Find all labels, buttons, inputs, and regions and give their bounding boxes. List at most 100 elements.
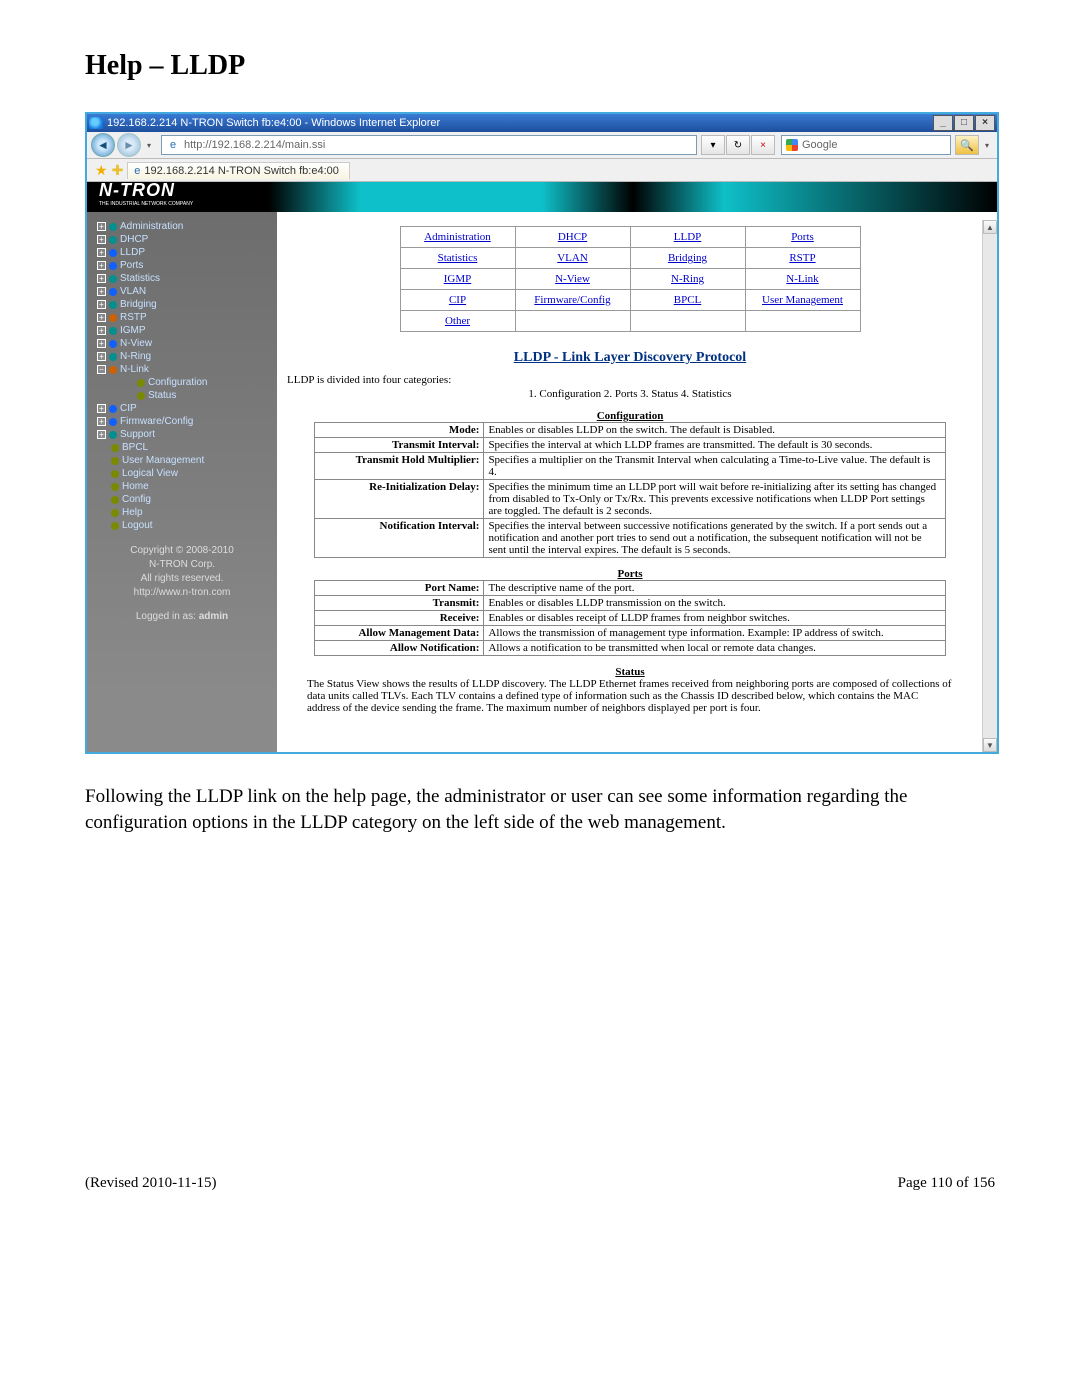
sidebar-item[interactable]: +DHCP: [97, 233, 277, 246]
sidebar-item[interactable]: + Bridging: [97, 298, 277, 311]
sidebar-item[interactable]: Config: [97, 493, 277, 506]
sidebar-item-label: Support: [120, 429, 155, 440]
expand-icon[interactable]: +: [97, 417, 106, 426]
expand-icon[interactable]: +: [97, 430, 106, 439]
def-value: Allows a notification to be transmitted …: [484, 641, 945, 656]
expand-icon[interactable]: +: [97, 339, 106, 348]
sidebar-item[interactable]: +VLAN: [97, 285, 277, 298]
help-link[interactable]: VLAN: [557, 252, 588, 264]
search-box[interactable]: Google: [781, 135, 951, 155]
expand-icon[interactable]: +: [97, 313, 106, 322]
sidebar-item-label: Configuration: [148, 377, 207, 388]
refresh-button[interactable]: ↻: [726, 135, 750, 155]
url-dropdown[interactable]: ▾: [701, 135, 725, 155]
help-link[interactable]: N-Link: [786, 273, 818, 285]
def-key: Notification Interval:: [315, 519, 484, 558]
help-link[interactable]: Bridging: [668, 252, 707, 264]
sidebar-item[interactable]: + LLDP: [97, 246, 277, 259]
sidebar-item[interactable]: Status: [97, 389, 277, 402]
sidebar-item-label: Logical View: [122, 468, 178, 479]
address-bar[interactable]: e http://192.168.2.214/main.ssi: [161, 135, 697, 155]
sidebar-item[interactable]: User Management: [97, 454, 277, 467]
def-key: Allow Management Data:: [315, 626, 484, 641]
expand-icon[interactable]: +: [97, 222, 106, 231]
sidebar-item[interactable]: +RSTP: [97, 311, 277, 324]
minimize-button[interactable]: _: [933, 115, 953, 131]
maximize-button[interactable]: □: [954, 115, 974, 131]
expand-icon[interactable]: +: [97, 404, 106, 413]
expand-icon[interactable]: +: [97, 326, 106, 335]
sidebar-item[interactable]: +Firmware/Config: [97, 415, 277, 428]
expand-icon[interactable]: +: [97, 261, 106, 270]
sidebar-item-label: Config: [122, 494, 151, 505]
scroll-down[interactable]: ▼: [983, 738, 997, 752]
sidebar-item[interactable]: + Statistics: [97, 272, 277, 285]
favorites-icon[interactable]: ★: [95, 162, 108, 179]
search-button[interactable]: 🔍: [955, 135, 979, 155]
sidebar-item[interactable]: +IGMP: [97, 324, 277, 337]
sidebar-item[interactable]: BPCL: [97, 441, 277, 454]
help-link[interactable]: User Management: [762, 294, 843, 306]
stop-button[interactable]: ×: [751, 135, 775, 155]
sidebar-item[interactable]: +Ports: [97, 259, 277, 272]
sidebar-item[interactable]: − N-Link: [97, 363, 277, 376]
help-link[interactable]: Administration: [424, 231, 491, 243]
bullet-icon: [109, 431, 117, 439]
help-link[interactable]: IGMP: [444, 273, 472, 285]
def-key: Transmit Interval:: [315, 438, 484, 453]
sidebar-item-label: Statistics: [120, 273, 160, 284]
help-link[interactable]: Ports: [791, 231, 814, 243]
help-link[interactable]: DHCP: [558, 231, 587, 243]
sidebar-item[interactable]: Home: [97, 480, 277, 493]
help-link[interactable]: BPCL: [674, 294, 702, 306]
help-intro: LLDP is divided into four categories:: [287, 374, 973, 386]
sidebar-item-label: LLDP: [120, 247, 145, 258]
section-status: Status: [287, 666, 973, 678]
expand-icon[interactable]: +: [97, 248, 106, 257]
sidebar-item-label: N-Ring: [120, 351, 151, 362]
expand-icon[interactable]: +: [97, 274, 106, 283]
scrollbar[interactable]: ▲ ▼: [982, 220, 997, 752]
scroll-up[interactable]: ▲: [983, 220, 997, 234]
sidebar-item[interactable]: Logout: [97, 519, 277, 532]
help-link[interactable]: N-View: [555, 273, 590, 285]
help-link[interactable]: CIP: [449, 294, 466, 306]
add-favorite-icon[interactable]: ✚: [112, 162, 124, 179]
sidebar-item[interactable]: Help: [97, 506, 277, 519]
def-value: Enables or disables LLDP transmission on…: [484, 596, 945, 611]
expand-icon[interactable]: +: [97, 300, 106, 309]
close-button[interactable]: ×: [975, 115, 995, 131]
help-link[interactable]: Other: [445, 315, 470, 327]
expand-icon[interactable]: +: [97, 352, 106, 361]
help-title: LLDP - Link Layer Discovery Protocol: [287, 350, 973, 366]
nav-toolbar: ◄ ► ▾ e http://192.168.2.214/main.ssi ▾ …: [87, 132, 997, 159]
sidebar-item[interactable]: + N-Ring: [97, 350, 277, 363]
expand-icon[interactable]: +: [97, 287, 106, 296]
expand-icon[interactable]: +: [97, 235, 106, 244]
sidebar-item[interactable]: Logical View: [97, 467, 277, 480]
sidebar-item[interactable]: +Administration: [97, 220, 277, 233]
back-button[interactable]: ◄: [91, 133, 115, 157]
ports-table: Port Name:The descriptive name of the po…: [314, 580, 945, 656]
forward-button[interactable]: ►: [117, 133, 141, 157]
sidebar-item[interactable]: +CIP: [97, 402, 277, 415]
help-link[interactable]: RSTP: [789, 252, 815, 264]
help-link[interactable]: Statistics: [438, 252, 478, 264]
expand-icon[interactable]: −: [97, 365, 106, 374]
help-link[interactable]: N-Ring: [671, 273, 704, 285]
page-banner: N-TRON THE INDUSTRIAL NETWORK COMPANY: [87, 182, 997, 212]
browser-tab[interactable]: e 192.168.2.214 N-TRON Switch fb:e4:00: [127, 162, 350, 179]
sidebar-item[interactable]: + Support: [97, 428, 277, 441]
sidebar-item-label: N-Link: [120, 364, 149, 375]
search-placeholder: Google: [802, 139, 837, 151]
google-icon: [786, 139, 798, 151]
sidebar-item[interactable]: +N-View: [97, 337, 277, 350]
help-link[interactable]: Firmware/Config: [534, 294, 610, 306]
sidebar-item[interactable]: Configuration: [97, 376, 277, 389]
sidebar-item-label: Bridging: [120, 299, 157, 310]
bullet-icon: [109, 262, 117, 270]
help-link[interactable]: LLDP: [674, 231, 702, 243]
history-dropdown[interactable]: ▾: [143, 138, 155, 152]
bullet-icon: [137, 379, 145, 387]
search-dropdown[interactable]: ▾: [981, 138, 993, 152]
